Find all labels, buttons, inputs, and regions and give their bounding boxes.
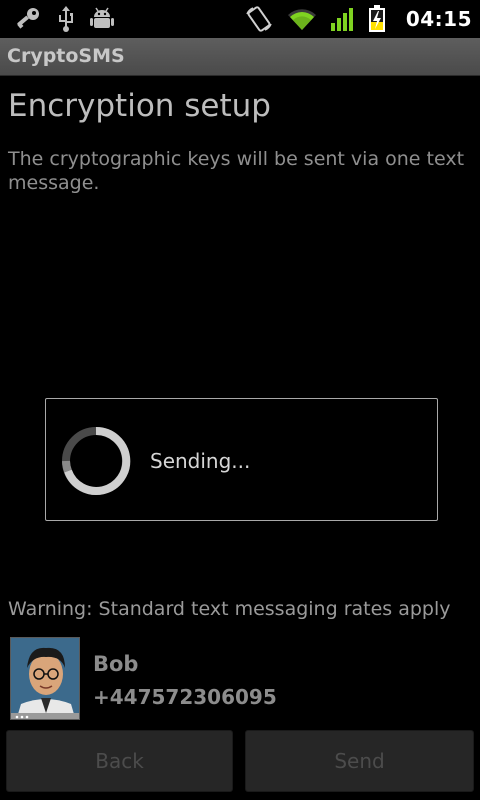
progress-dialog: Sending... <box>45 398 438 521</box>
app-title: CryptoSMS <box>7 45 125 67</box>
wifi-icon <box>287 9 316 31</box>
signal-icon <box>330 8 353 31</box>
page-title: Encryption setup <box>8 88 271 124</box>
usb-icon <box>59 6 73 32</box>
avatar-picture-icon <box>11 638 79 719</box>
android-debug-icon <box>90 7 114 28</box>
rates-warning: Warning: Standard text messaging rates a… <box>8 598 451 620</box>
status-clock: 04:15 <box>405 7 472 31</box>
contact-name: Bob <box>93 652 139 676</box>
key-icon <box>17 8 39 29</box>
page-description: The cryptographic keys will be sent via … <box>8 148 465 194</box>
contact-avatar[interactable] <box>10 637 80 720</box>
send-button[interactable]: Send <box>245 730 474 792</box>
battery-charging-icon <box>368 5 385 32</box>
auto-rotate-icon <box>246 6 272 32</box>
contact-phone: +447572306095 <box>93 685 277 709</box>
app-title-bar: CryptoSMS <box>0 38 480 76</box>
status-bar: 04:15 <box>0 0 480 38</box>
loading-spinner-icon <box>62 426 131 495</box>
status-bar-notifications <box>14 6 114 32</box>
status-bar-system: 04:15 <box>244 4 472 34</box>
dialog-message: Sending... <box>150 449 251 473</box>
back-button[interactable]: Back <box>6 730 233 792</box>
